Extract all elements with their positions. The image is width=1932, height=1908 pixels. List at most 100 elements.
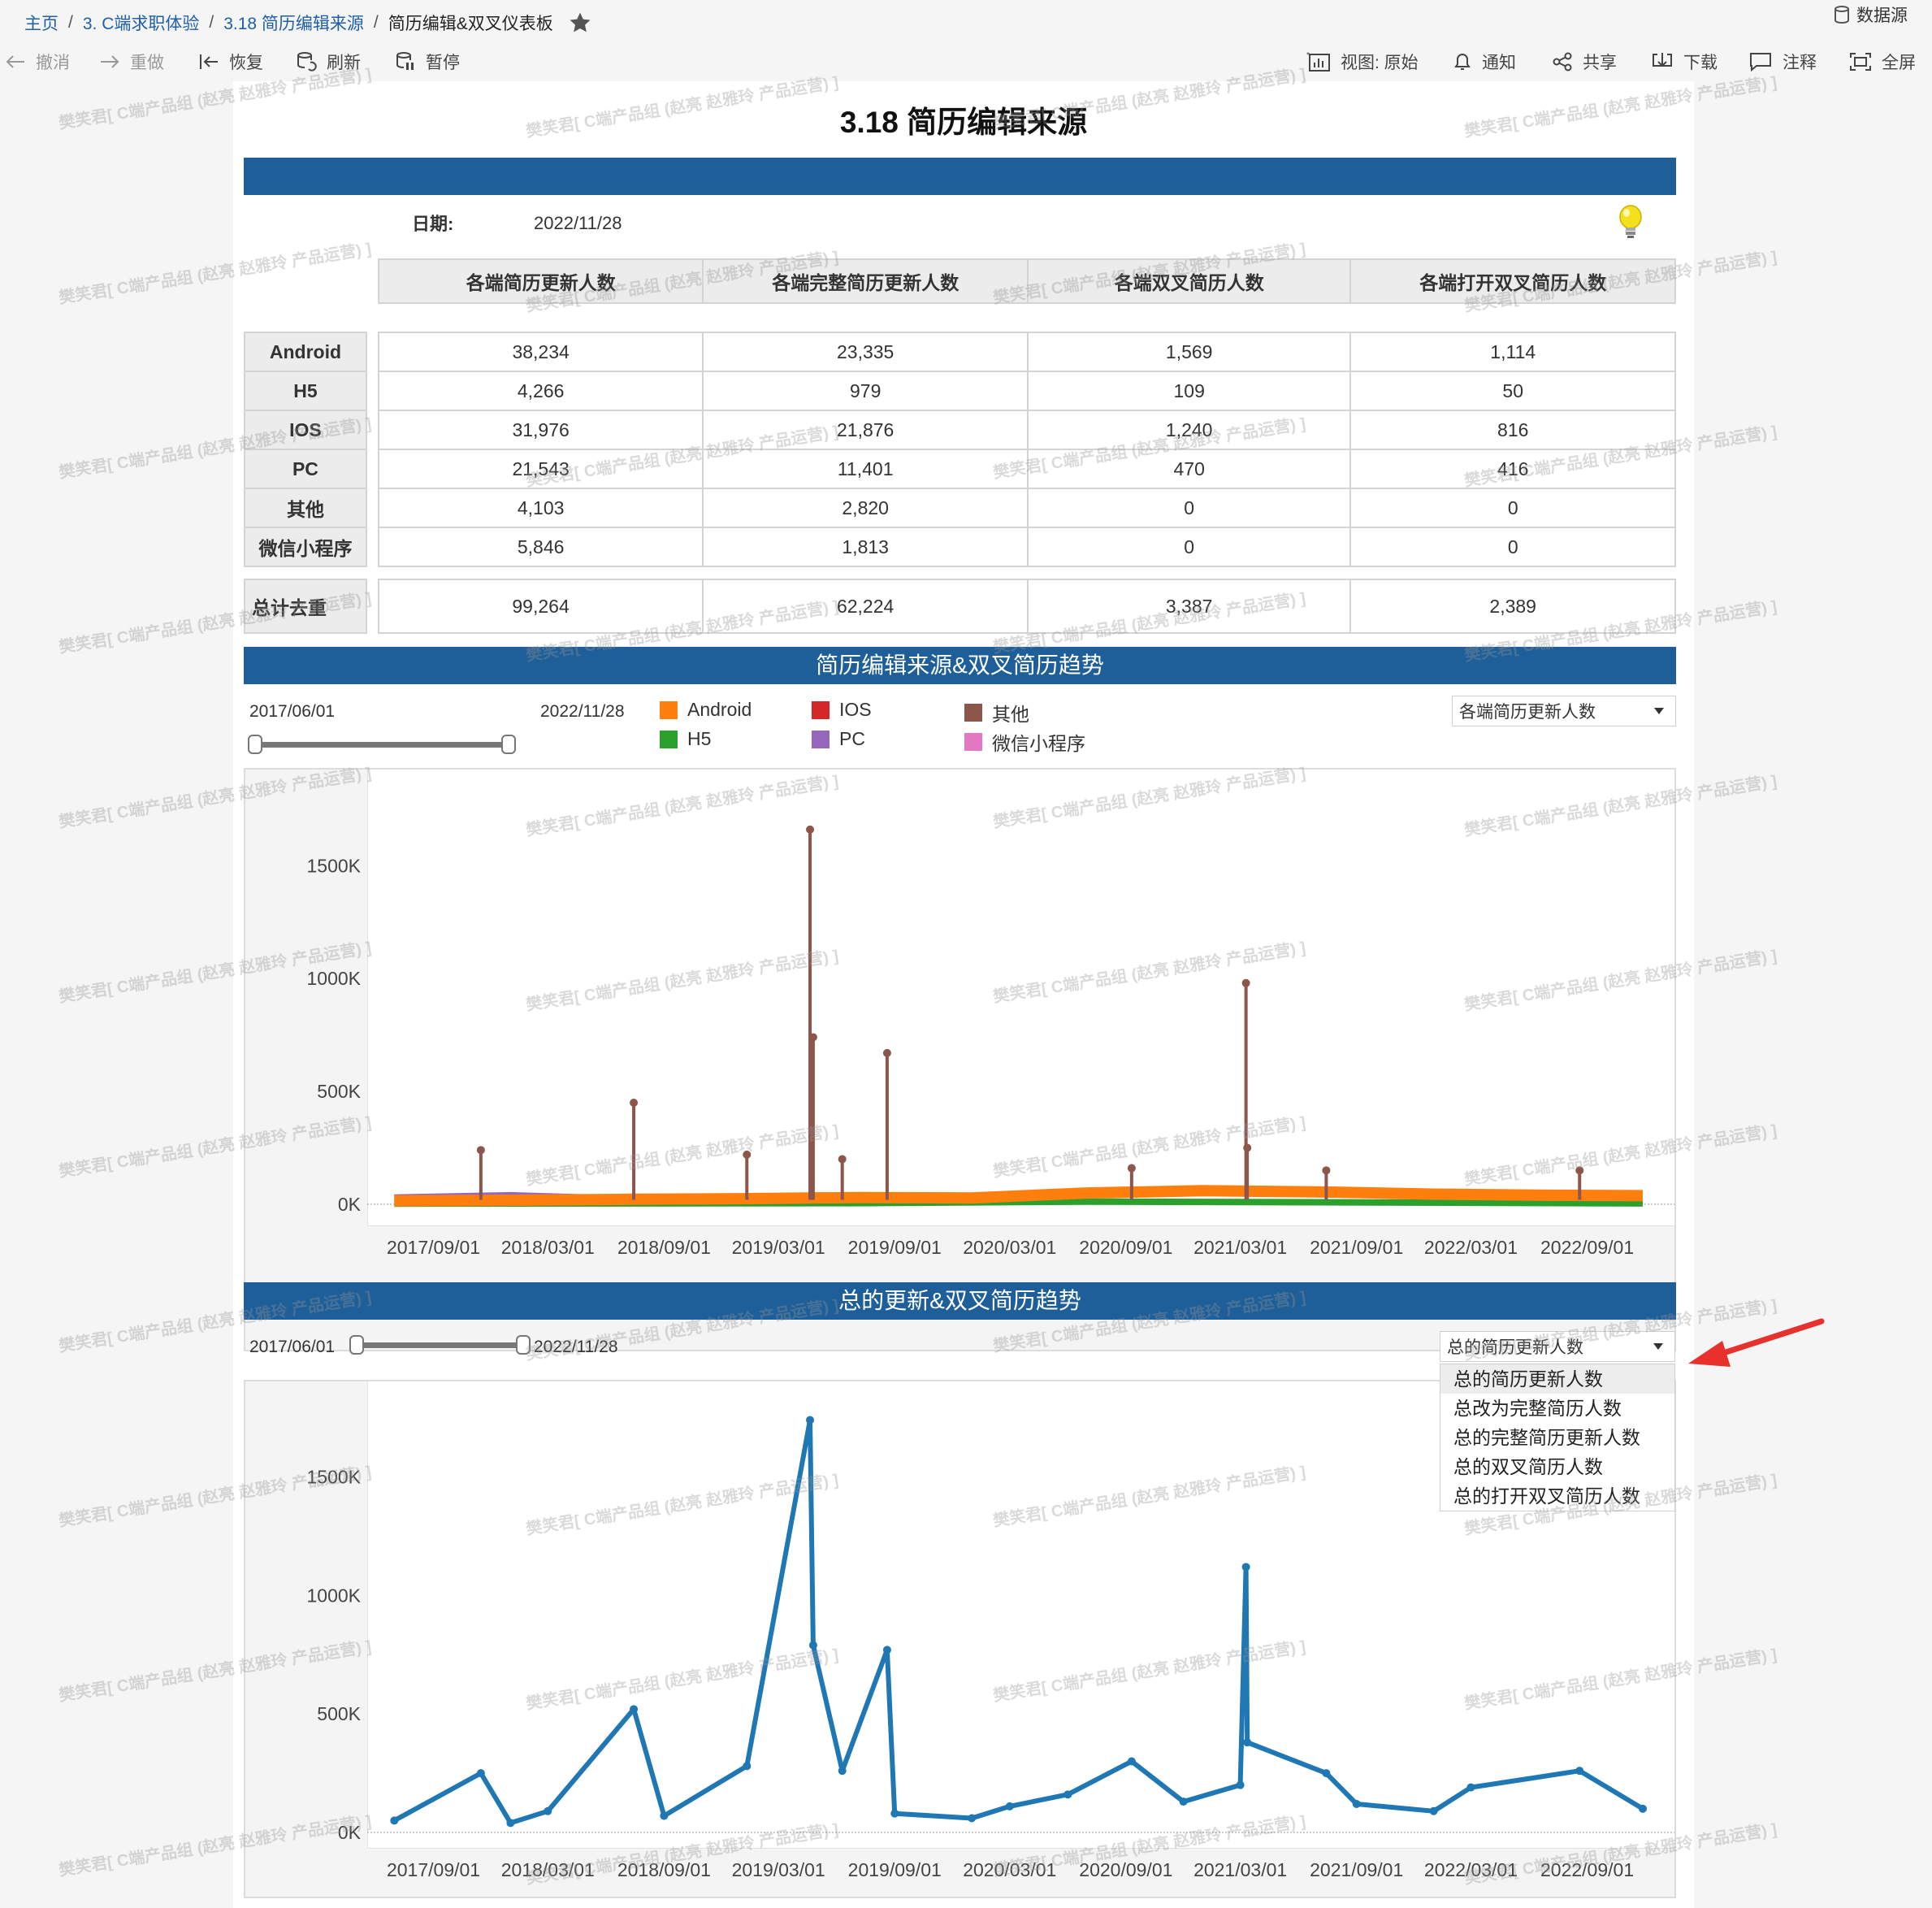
series-point-total [1429,1806,1438,1815]
spike-point-other [1241,978,1250,987]
kpi-cell[interactable]: 4,103 [377,488,704,528]
kpi-cell[interactable]: 470 [1026,449,1352,489]
kpi-cell[interactable]: 0 [1026,488,1352,528]
favorite-star-icon[interactable] [568,11,592,35]
kpi-cell[interactable]: 1,813 [702,527,1029,567]
spike-point-other [838,1155,847,1164]
date-range-slider[interactable] [355,1342,522,1348]
kpi-cell[interactable]: 21,876 [702,410,1029,450]
slider-start-handle[interactable] [349,1335,364,1355]
legend-item-ios[interactable]: IOS [812,699,872,721]
kpi-cell[interactable]: 38,234 [377,332,704,372]
kpi-total-cell[interactable]: 3,387 [1026,579,1352,634]
slider-end-handle[interactable] [501,735,516,754]
redo-button[interactable]: 重做 [99,46,164,78]
breadcrumb-workbook[interactable]: 3.18 简历编辑来源 [223,11,364,35]
legend-item-pc[interactable]: PC [812,728,865,750]
chevron-down-icon[interactable] [1653,1343,1663,1350]
kpi-cell[interactable]: 5,846 [377,527,704,567]
revert-button[interactable]: 恢复 [198,46,263,78]
x-tick-label: 2020/09/01 [1079,1237,1172,1258]
metric-dropdown-2[interactable]: 总的简历更新人数 [1440,1331,1675,1362]
spike-point-other [1127,1164,1136,1173]
section2-header: 总的更新&双叉简历趋势 [244,1282,1676,1320]
metric-dropdown-2-value: 总的简历更新人数 [1447,1338,1583,1357]
legend-item-android[interactable]: Android [660,699,752,721]
kpi-total-row: 总计去重 99,264 62,224 3,387 2,389 [244,579,1676,634]
dashboard-title: 3.18 简历编辑来源 [839,106,1088,139]
x-tick-label: 2022/09/01 [1540,1859,1634,1880]
x-tick-label: 2017/09/01 [387,1859,480,1880]
range-start-date: 2017/06/01 [249,1338,336,1356]
kpi-cell[interactable]: 979 [702,371,1029,411]
menu-option[interactable]: 总的简历更新人数 [1440,1364,1674,1394]
kpi-total-cell[interactable]: 99,264 [377,579,704,634]
fullscreen-button[interactable]: 全屏 [1849,46,1916,78]
legend-item-wechat[interactable]: 微信小程序 [964,728,1085,756]
dashboard-canvas: 3.18 简历编辑来源 日期: 2022/11/28 各端简历更新人数 各端完整… [233,81,1694,1908]
kpi-total-label: 总计去重 [244,579,367,634]
breadcrumb-project[interactable]: 3. C端求职体验 [83,11,200,35]
datasource-button[interactable]: 数据源 [1834,2,1908,28]
legend-label: PC [839,728,865,749]
comment-label: 注释 [1783,54,1817,72]
menu-option[interactable]: 总的打开双叉简历人数 [1440,1481,1674,1511]
kpi-header-table: 各端简历更新人数 各端完整简历更新人数 各端双叉简历人数 各端打开双叉简历人数 [377,258,1676,304]
kpi-cell[interactable]: 816 [1349,410,1676,450]
kpi-cell[interactable]: 11,401 [702,449,1029,489]
kpi-column-header: 各端双叉简历人数 [1026,258,1352,304]
kpi-cell[interactable]: 21,543 [377,449,704,489]
date-range-slider[interactable] [254,742,508,748]
slider-start-handle[interactable] [248,735,262,754]
menu-option[interactable]: 总改为完整简历人数 [1440,1394,1674,1423]
pause-label: 暂停 [426,54,460,72]
series-point-total [1236,1780,1245,1789]
slider-end-handle[interactable] [516,1335,531,1355]
kpi-row: 微信小程序 5,846 1,813 0 0 [244,527,1676,567]
date-label: 日期: [412,214,454,234]
series-point-total [506,1819,515,1828]
breadcrumb-home[interactable]: 主页 [24,11,58,35]
kpi-cell[interactable]: 1,240 [1026,410,1352,450]
notify-button[interactable]: 通知 [1453,46,1516,78]
download-button[interactable]: 下载 [1651,46,1718,78]
kpi-row-label: H5 [244,371,367,411]
kpi-cell[interactable]: 2,820 [702,488,1029,528]
lightbulb-icon[interactable] [1614,203,1647,242]
share-button[interactable]: 共享 [1552,46,1617,78]
x-tick-label: 2021/03/01 [1193,1859,1287,1880]
refresh-button[interactable]: 刷新 [296,46,361,78]
kpi-cell[interactable]: 50 [1349,371,1676,411]
comment-button[interactable]: 注释 [1748,46,1817,78]
share-label: 共享 [1583,54,1617,72]
kpi-total-cell[interactable]: 62,224 [702,579,1029,634]
kpi-cell[interactable]: 31,976 [377,410,704,450]
legend-item-h5[interactable]: H5 [660,728,711,750]
y-tick-label: 1000K [306,968,361,989]
share-icon [1553,52,1572,72]
menu-option[interactable]: 总的完整简历更新人数 [1440,1423,1674,1452]
legend-item-other[interactable]: 其他 [964,699,1029,726]
kpi-cell[interactable]: 416 [1349,449,1676,489]
menu-option[interactable]: 总的双叉简历人数 [1440,1452,1674,1481]
metric-dropdown-1[interactable]: 各端简历更新人数 [1452,696,1676,726]
series-point-total [1005,1802,1014,1810]
kpi-cell[interactable]: 4,266 [377,371,704,411]
chevron-down-icon[interactable] [1654,708,1664,714]
kpi-cell[interactable]: 0 [1349,488,1676,528]
metric-dropdown-1-value: 各端简历更新人数 [1459,703,1596,722]
undo-button[interactable]: 撤消 [5,46,70,78]
y-tick-label: 0K [338,1822,362,1843]
view-button[interactable]: * 视图: 原始 [1306,46,1419,78]
kpi-total-cell[interactable]: 2,389 [1349,579,1676,634]
toolbar: 撤消 重做 恢复 刷新 暂停 * 视图: 原始 通知 共享 下载 注释 全屏 [0,46,1932,78]
kpi-cell[interactable]: 1,114 [1349,332,1676,372]
series-point-total [806,1416,815,1424]
kpi-cell[interactable]: 0 [1026,527,1352,567]
kpi-cell[interactable]: 23,335 [702,332,1029,372]
kpi-cell[interactable]: 0 [1349,527,1676,567]
kpi-cell[interactable]: 109 [1026,371,1352,411]
kpi-data-table: Android 38,234 23,335 1,569 1,114 H5 4,266 979 1… [244,332,1676,567]
kpi-cell[interactable]: 1,569 [1026,332,1352,372]
pause-button[interactable]: 暂停 [395,46,460,78]
